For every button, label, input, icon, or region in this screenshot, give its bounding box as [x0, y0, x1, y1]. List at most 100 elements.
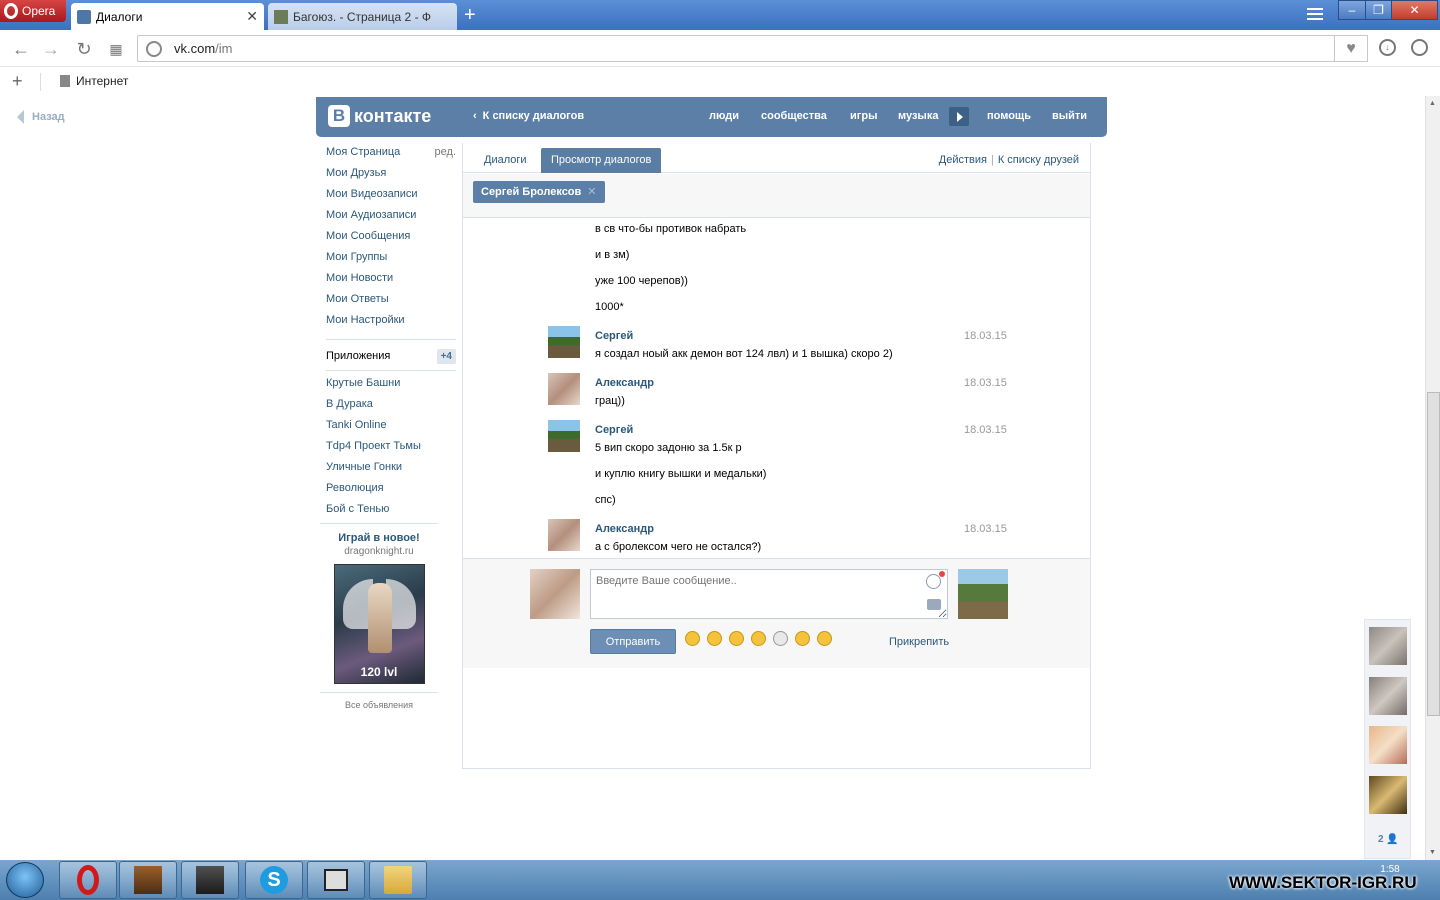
all-ads-link[interactable]: Все объявления [320, 700, 438, 710]
app-item[interactable]: Бой с Тенью [326, 503, 456, 524]
tab-menu-icon[interactable] [1307, 8, 1323, 23]
sidebar-item-my-page[interactable]: Моя Страница ред. [326, 146, 456, 167]
nav-games[interactable]: игры [850, 110, 877, 122]
avatar[interactable] [548, 420, 580, 452]
friend-avatar[interactable] [1369, 677, 1407, 715]
attach-link[interactable]: Прикрепить [889, 636, 949, 648]
window-close-button[interactable]: ✕ [1391, 0, 1438, 20]
skype-icon: S [260, 866, 288, 894]
app-item[interactable]: Крутые Башни [326, 377, 456, 398]
start-button[interactable] [6, 862, 44, 898]
ad-block[interactable]: Играй в новое! dragonknight.ru 120 lvl [320, 523, 438, 693]
new-tab-button[interactable]: + [464, 5, 476, 25]
friend-avatar[interactable] [1369, 776, 1407, 814]
nav-music[interactable]: музыка [898, 110, 938, 122]
scroll-up-icon[interactable]: ▲ [1429, 100, 1436, 107]
play-icon[interactable] [949, 107, 969, 126]
message-input[interactable] [590, 569, 948, 619]
tab-bagoyuz[interactable]: Багоюз. - Страница 2 - Ф [268, 3, 457, 30]
taskbar-game-2[interactable] [181, 861, 239, 899]
camera-icon[interactable] [927, 599, 941, 610]
back-to-dialogs-link[interactable]: ‹ К списку диалогов [473, 110, 584, 122]
smile-icon[interactable]: smile-2 [707, 631, 722, 646]
ad-title[interactable]: Играй в новое! [320, 532, 438, 544]
smile-icon[interactable]: smile-7 [817, 631, 832, 646]
send-button[interactable]: Отправить [590, 629, 676, 654]
smile-icon[interactable]: smile-4 [751, 631, 766, 646]
message-author[interactable]: Александр [595, 377, 654, 389]
sidebar-item-friends[interactable]: Мои Друзья [326, 167, 456, 188]
close-tab-icon[interactable]: ✕ [246, 8, 258, 25]
taskbar-explorer[interactable] [369, 861, 427, 899]
address-field[interactable]: vk.com/im [137, 35, 1335, 62]
friend-avatar[interactable] [1369, 627, 1407, 665]
app-item[interactable]: Уличные Гонки [326, 461, 456, 482]
app-item[interactable]: В Дурака [326, 398, 456, 419]
site-info-icon[interactable] [146, 40, 162, 57]
sidebar-item-news[interactable]: Мои Новости [326, 272, 456, 293]
online-count[interactable]: 2 👤 [1378, 834, 1399, 845]
ad-image[interactable]: 120 lvl [333, 564, 425, 684]
page-scrollbar[interactable]: ▲ ▼ [1425, 96, 1440, 860]
my-avatar[interactable] [530, 569, 580, 619]
opera-menu-button[interactable]: Opera [0, 0, 66, 22]
app-item[interactable]: Революция [326, 482, 456, 503]
friends-list-link[interactable]: К списку друзей [998, 154, 1079, 166]
vk-logo[interactable]: В контакте [328, 105, 431, 127]
account-icon[interactable] [1411, 39, 1428, 56]
remove-icon[interactable]: ✕ [587, 181, 596, 203]
tab-dialogs-list[interactable]: Диалоги [474, 148, 537, 173]
scroll-down-icon[interactable]: ▼ [1429, 849, 1436, 856]
actions-link[interactable]: Действия [939, 154, 987, 166]
tab-view-dialogs[interactable]: Просмотр диалогов [541, 148, 662, 173]
bookmark-internet[interactable]: Интернет [60, 74, 128, 88]
friend-avatar[interactable] [1369, 726, 1407, 764]
nav-help[interactable]: помощь [987, 110, 1031, 122]
nav-people[interactable]: люди [709, 110, 739, 122]
taskbar-game-1[interactable] [119, 861, 177, 899]
scroll-thumb[interactable] [1427, 392, 1440, 716]
sidebar-item-messages[interactable]: Мои Сообщения [326, 230, 456, 251]
taskbar-skype[interactable]: S [245, 861, 303, 899]
avatar[interactable] [548, 326, 580, 358]
speed-dial-grid-icon[interactable]: ▦ [106, 39, 126, 59]
reload-icon[interactable]: ↻ [74, 39, 94, 59]
participant-chip[interactable]: Сергей Бролексов ✕ [473, 181, 605, 203]
avatar[interactable] [548, 373, 580, 405]
heart-bookmark-icon[interactable]: ♥ [1334, 35, 1368, 62]
sidebar-item-videos[interactable]: Мои Видеозаписи [326, 188, 456, 209]
smile-icon[interactable]: smile-1 [685, 631, 700, 646]
add-bookmark-icon[interactable]: + [12, 71, 23, 92]
edit-link[interactable]: ред. [435, 146, 456, 167]
message-history[interactable]: в св что-бы противок набрать и в зм) уже… [463, 220, 1090, 557]
back-arrow-icon[interactable]: ← [11, 39, 31, 59]
smile-icon[interactable]: smile-3 [729, 631, 744, 646]
smile-icon[interactable]: smile-5 [773, 631, 788, 646]
forward-arrow-icon[interactable]: → [41, 39, 61, 59]
sidebar-item-settings[interactable]: Мои Настройки [326, 314, 456, 335]
back-link[interactable]: Назад [17, 110, 65, 124]
web-page: Назад В контакте ‹ К списку диалогов люд… [0, 96, 1425, 860]
emoji-icon[interactable] [926, 574, 941, 589]
nav-logout[interactable]: выйти [1052, 110, 1087, 122]
peer-avatar[interactable] [958, 569, 1008, 619]
message-author[interactable]: Сергей [595, 424, 633, 436]
sidebar-item-apps[interactable]: Приложения +4 [326, 346, 456, 366]
window-maximize-button[interactable]: ❐ [1365, 0, 1392, 20]
sidebar-item-audio[interactable]: Мои Аудиозаписи [326, 209, 456, 230]
taskbar-opera[interactable] [59, 861, 117, 899]
sidebar-item-replies[interactable]: Мои Ответы [326, 293, 456, 314]
avatar[interactable] [548, 519, 580, 551]
download-icon[interactable]: ↓ [1379, 39, 1396, 56]
message-author[interactable]: Сергей [595, 330, 633, 342]
smile-icon[interactable]: smile-6 [795, 631, 810, 646]
app-item[interactable]: Tdp4 Проект Тьмы [326, 440, 456, 461]
message-author[interactable]: Александр [595, 523, 654, 535]
app-item[interactable]: Tanki Online [326, 419, 456, 440]
taskbar-window[interactable] [307, 861, 365, 899]
tab-dialogs[interactable]: Диалоги ✕ [71, 3, 264, 30]
apps-count-badge[interactable]: +4 [436, 348, 456, 364]
sidebar-item-groups[interactable]: Мои Группы [326, 251, 456, 272]
window-minimize-button[interactable]: – [1338, 0, 1366, 20]
nav-communities[interactable]: сообщества [761, 110, 827, 122]
